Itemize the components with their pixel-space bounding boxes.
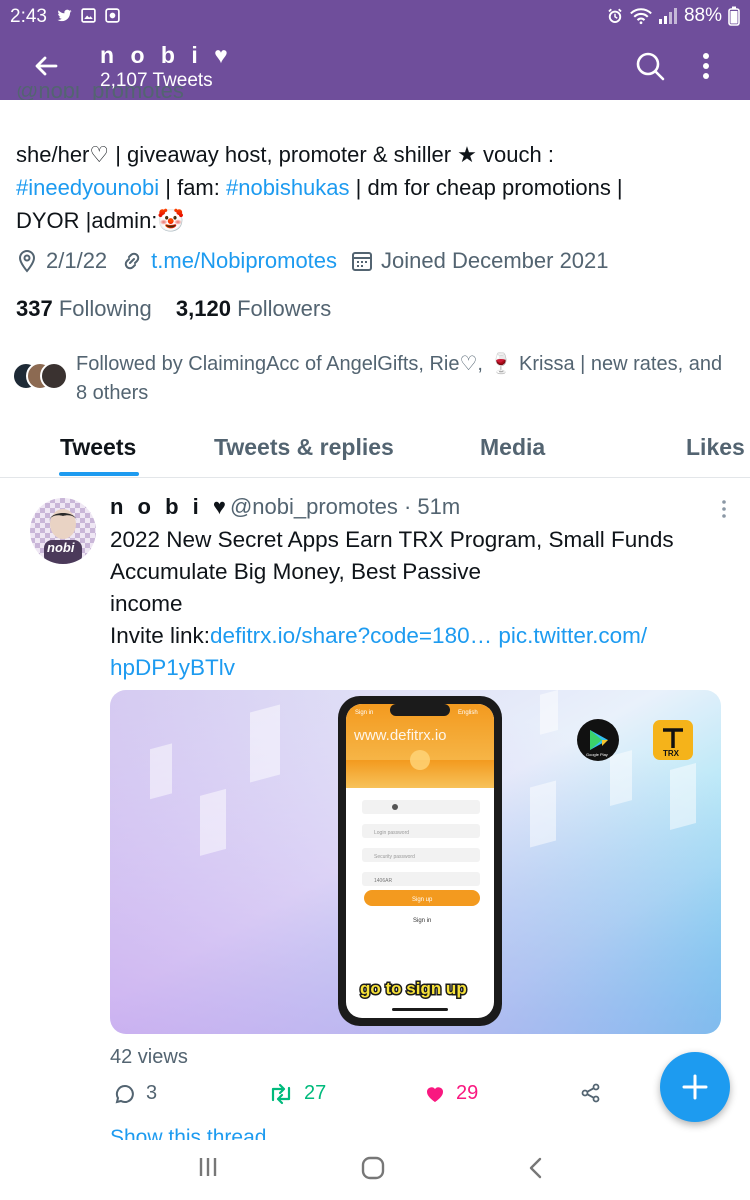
retweet-button[interactable]: 27 bbox=[268, 1082, 326, 1105]
avatar bbox=[40, 362, 68, 390]
profile-tabs: Tweets Tweets & replies Media Likes bbox=[0, 428, 750, 478]
share-icon bbox=[581, 1083, 600, 1103]
media-url-text: www.defitrx.io bbox=[353, 727, 447, 744]
avatar-label: nobi bbox=[47, 540, 75, 555]
bio-text: | dm for cheap promotions | bbox=[349, 175, 623, 200]
follower-avatars bbox=[12, 362, 72, 394]
bio-line: DYOR |admin: bbox=[16, 208, 158, 233]
media-caption: go to sign up bbox=[360, 979, 467, 998]
reply-icon bbox=[115, 1084, 134, 1103]
tweet-header: n o b i ♥@nobi_promotes · 51m bbox=[110, 494, 461, 519]
invite-link[interactable]: defitrx.io/share?code=180… bbox=[210, 623, 492, 648]
bio-line: she/her♡ | giveaway host, promoter & shi… bbox=[16, 142, 554, 167]
followers-label: Followers bbox=[237, 296, 332, 321]
tweet-actions: 3 27 29 bbox=[110, 1082, 610, 1112]
media-field-text: Login password bbox=[374, 830, 409, 836]
location: 2/1/22 bbox=[16, 248, 107, 274]
compose-tweet-button[interactable] bbox=[660, 1052, 730, 1122]
joined-text: Joined December 2021 bbox=[381, 248, 609, 273]
profile-bio: she/her♡ | giveaway host, promoter & shi… bbox=[16, 138, 736, 237]
phone-language-text: English bbox=[458, 710, 478, 716]
like-count: 29 bbox=[456, 1082, 479, 1104]
followed-by-text: Followed by ClaimingAcc of AngelGifts, R… bbox=[76, 353, 723, 404]
tab-likes[interactable]: Likes bbox=[686, 434, 745, 461]
back-icon[interactable] bbox=[526, 1156, 546, 1180]
bio-text: | fam: bbox=[159, 175, 226, 200]
followers-count: 3,120 bbox=[175, 296, 231, 321]
tweet-views: 42 views bbox=[110, 1046, 188, 1068]
media-signup-text: Sign up bbox=[412, 897, 433, 903]
plus-icon bbox=[682, 1074, 708, 1100]
bio-hashtag-link[interactable]: #nobishukas bbox=[226, 175, 350, 200]
follow-counts: 337 Following 3,120 Followers bbox=[16, 296, 331, 322]
location-pin-icon bbox=[18, 249, 36, 273]
system-icons: 88% bbox=[606, 5, 740, 27]
tweet-media-image[interactable]: Sign in English www.defitrx.io Login pas… bbox=[110, 690, 721, 1034]
website-link[interactable]: t.me/Nobipromotes bbox=[151, 248, 337, 274]
profile-handle: @nobi_promotes bbox=[16, 86, 184, 100]
battery-icon bbox=[728, 6, 740, 26]
clown-emoji: 🤡 bbox=[157, 208, 185, 233]
tweet-author-avatar[interactable]: nobi bbox=[30, 498, 96, 564]
media-field-text: Security password bbox=[374, 854, 415, 860]
battery-percent: 88% bbox=[683, 5, 722, 26]
invite-prefix: Invite link: bbox=[110, 623, 211, 648]
recent-apps-icon[interactable] bbox=[196, 1156, 220, 1178]
signal-icon bbox=[658, 8, 677, 24]
coin-label: TRX bbox=[663, 749, 680, 758]
followed-by[interactable]: Followed by ClaimingAcc of AngelGifts, R… bbox=[12, 350, 742, 410]
tweet-time: 51m bbox=[417, 494, 461, 519]
tab-tweets[interactable]: Tweets bbox=[60, 434, 136, 461]
active-tab-indicator bbox=[59, 472, 139, 476]
tweet-more-icon[interactable] bbox=[716, 498, 732, 520]
tweet-author-handle[interactable]: @nobi_promotes bbox=[230, 494, 398, 519]
tweet-author-name[interactable]: n o b i ♥ bbox=[110, 494, 230, 519]
following-count: 337 bbox=[16, 296, 53, 321]
status-bar: 2:43 88% bbox=[0, 0, 750, 32]
tab-tweets-replies[interactable]: Tweets & replies bbox=[214, 434, 394, 461]
reply-button[interactable]: 3 bbox=[114, 1082, 157, 1105]
share-button[interactable] bbox=[580, 1082, 612, 1104]
tab-media[interactable]: Media bbox=[480, 434, 545, 461]
system-nav-bar bbox=[0, 1140, 750, 1200]
home-icon[interactable] bbox=[360, 1156, 386, 1180]
following-link[interactable]: 337 Following bbox=[16, 296, 152, 321]
website[interactable]: t.me/Nobipromotes bbox=[121, 248, 337, 274]
joined-date: Joined December 2021 bbox=[351, 248, 609, 274]
reply-count: 3 bbox=[146, 1082, 158, 1104]
back-arrow-icon[interactable] bbox=[28, 50, 64, 82]
alarm-icon bbox=[608, 8, 622, 23]
media-signin-text: Sign in bbox=[413, 918, 431, 924]
following-label: Following bbox=[58, 296, 152, 321]
pic-link[interactable]: pic.twitter.com/ bbox=[498, 623, 647, 648]
calendar-icon bbox=[352, 252, 373, 271]
twitter-notification-icon bbox=[57, 9, 72, 22]
link-icon bbox=[124, 252, 140, 270]
show-thread-link[interactable]: Show this thread bbox=[110, 1126, 266, 1140]
status-time: 2:43 bbox=[10, 6, 47, 27]
followers-link[interactable]: 3,120 Followers bbox=[176, 296, 331, 321]
like-button[interactable]: 29 bbox=[424, 1082, 478, 1105]
wifi-icon bbox=[630, 8, 652, 25]
more-options-icon[interactable] bbox=[692, 50, 720, 82]
phone-signin-text: Sign in bbox=[355, 710, 373, 716]
heart-icon bbox=[426, 1086, 444, 1102]
profile-title: n o b i ♥ bbox=[100, 42, 233, 68]
retweet-icon bbox=[271, 1083, 291, 1104]
bio-hashtag-link[interactable]: #ineedyounobi bbox=[16, 175, 159, 200]
media-code-text: 1406AR bbox=[374, 878, 392, 884]
search-icon[interactable] bbox=[634, 50, 666, 82]
tweet-text: 2022 New Secret Apps Earn TRX Program, S… bbox=[110, 527, 674, 680]
gallery-notification-icon bbox=[81, 8, 96, 23]
profile-meta: 2/1/22 t.me/Nobipromotes Joined December… bbox=[16, 248, 623, 274]
pic-link-continued[interactable]: hpDP1yBTlv bbox=[110, 655, 235, 680]
store-label: Google Play bbox=[586, 752, 608, 757]
location-text: 2/1/22 bbox=[46, 248, 108, 273]
app-notification-icon bbox=[105, 8, 120, 23]
notification-icons bbox=[56, 7, 121, 24]
retweet-count: 27 bbox=[304, 1082, 327, 1104]
